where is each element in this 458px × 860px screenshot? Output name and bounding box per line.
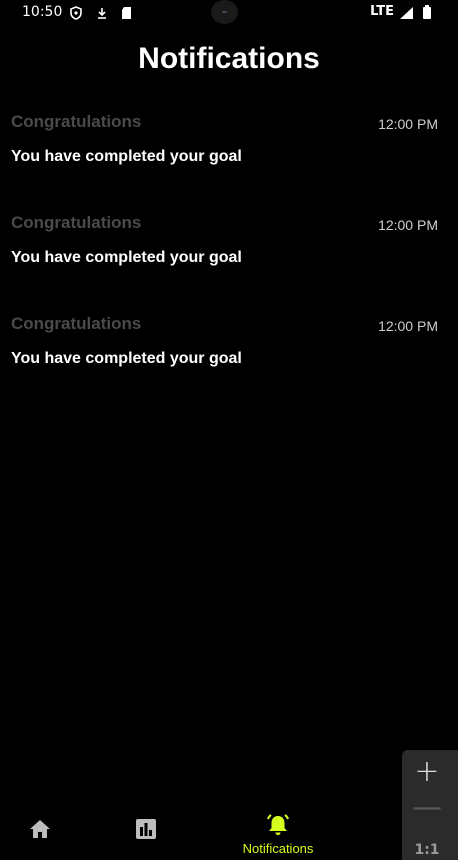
notification-body: You have completed your goal (11, 249, 242, 266)
notification-body: You have completed your goal (11, 350, 242, 367)
notification-title: Congratulations (11, 112, 142, 131)
notification-item[interactable]: Congratulations 12:00 PM You have comple… (0, 108, 458, 209)
nav-stats[interactable] (132, 818, 160, 844)
nav-notifications[interactable]: Notifications (226, 814, 330, 856)
notification-list: Congratulations 12:00 PM You have comple… (0, 108, 458, 411)
zoom-out-button[interactable]: — (402, 790, 452, 825)
home-icon (28, 820, 52, 844)
notification-time: 12:00 PM (378, 318, 438, 334)
zoom-in-button[interactable]: + (402, 754, 452, 789)
bell-icon (265, 814, 291, 840)
notification-title: Congratulations (11, 314, 142, 333)
status-time: 10:50 (22, 4, 63, 20)
notification-item[interactable]: Congratulations 12:00 PM You have comple… (0, 209, 458, 310)
status-bar: 10:50 LTE (0, 0, 458, 26)
download-icon (95, 5, 109, 19)
signal-icon (399, 5, 413, 19)
notification-body: You have completed your goal (11, 148, 242, 165)
nav-notifications-label: Notifications (242, 841, 314, 856)
zoom-controls: + — 1:1 (402, 750, 458, 860)
stats-icon (135, 819, 157, 844)
battery-icon (422, 5, 432, 19)
nav-home[interactable] (26, 818, 54, 844)
page-title: Notifications (138, 42, 320, 75)
notification-time: 12:00 PM (378, 217, 438, 233)
notification-time: 12:00 PM (378, 116, 438, 132)
notification-title: Congratulations (11, 213, 142, 232)
camera-cutout (211, 0, 238, 24)
bottom-nav: Notifications (0, 806, 458, 860)
zoom-reset-button[interactable]: 1:1 (402, 842, 452, 858)
shield-icon (69, 5, 83, 20)
network-type: LTE (370, 4, 394, 19)
sd-card-icon (120, 5, 134, 19)
notification-item[interactable]: Congratulations 12:00 PM You have comple… (0, 310, 458, 411)
